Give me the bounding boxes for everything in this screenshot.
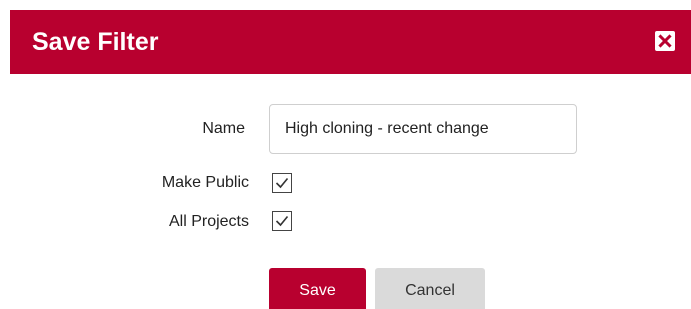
all-projects-label: All Projects (168, 213, 249, 230)
name-label: Name (202, 120, 245, 137)
cancel-button[interactable]: Cancel (375, 268, 485, 309)
all-projects-checkbox[interactable] (272, 211, 292, 231)
close-button[interactable] (655, 31, 675, 51)
make-public-label: Make Public (161, 174, 249, 191)
make-public-checkbox[interactable] (272, 173, 292, 193)
dialog-title: Save Filter (32, 28, 159, 56)
save-filter-dialog: Save Filter Name Make Public All Project… (0, 0, 691, 309)
checkmark-icon (275, 177, 289, 189)
name-input[interactable] (269, 104, 577, 154)
save-button[interactable]: Save (269, 268, 366, 309)
close-icon (658, 34, 672, 48)
checkmark-icon (275, 215, 289, 227)
dialog-header: Save Filter (10, 10, 691, 74)
